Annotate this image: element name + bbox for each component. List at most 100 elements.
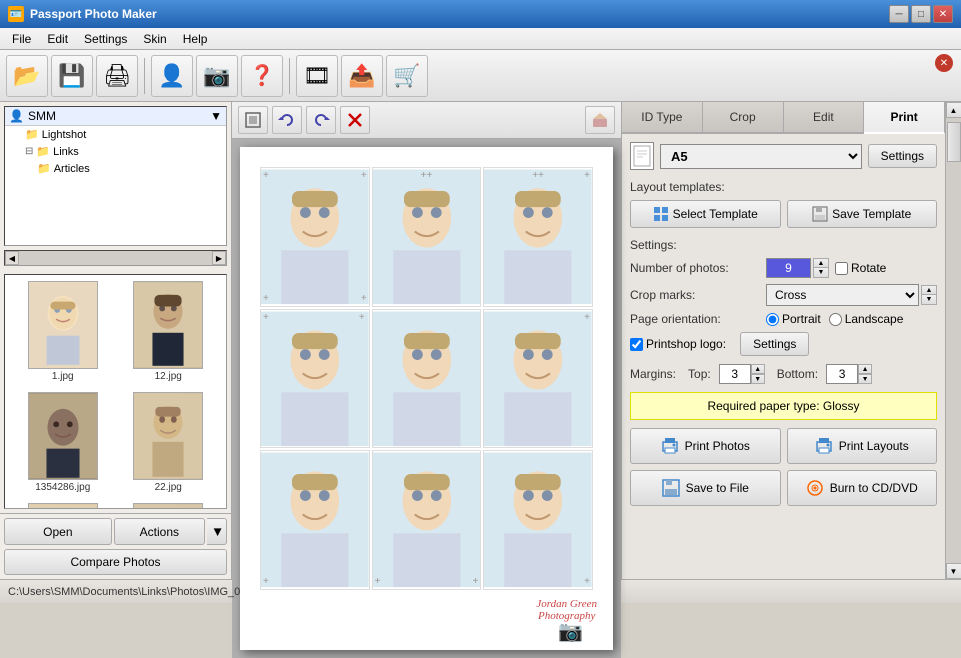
toolbar-close-button[interactable]: ✕ bbox=[935, 54, 953, 72]
scroll-track[interactable] bbox=[946, 118, 961, 563]
close-button[interactable]: ✕ bbox=[933, 5, 953, 23]
scroll-right-btn[interactable]: ▶ bbox=[212, 251, 226, 265]
tab-crop[interactable]: Crop bbox=[703, 102, 784, 132]
folder-icon-3: 📁 bbox=[37, 162, 51, 175]
open-button[interactable]: Open bbox=[4, 518, 112, 545]
paper-size-select[interactable]: A5 bbox=[660, 144, 862, 169]
landscape-label[interactable]: Landscape bbox=[829, 312, 904, 326]
menu-file[interactable]: File bbox=[4, 30, 39, 48]
photo-thumb-4[interactable]: 22.jpg bbox=[119, 390, 219, 495]
thumb-label-1: 1.jpg bbox=[52, 371, 74, 382]
person-button[interactable]: 👤 bbox=[151, 55, 193, 97]
select-template-button[interactable]: Select Template bbox=[630, 200, 781, 228]
bottom-up-btn[interactable]: ▲ bbox=[858, 364, 872, 374]
help-button[interactable]: ❓ bbox=[241, 55, 283, 97]
printshop-logo-label[interactable]: Printshop logo: bbox=[630, 337, 726, 351]
scroll-down-arrow[interactable]: ▼ bbox=[946, 563, 961, 579]
tree-item-links[interactable]: ⊟ 📁 Links bbox=[5, 143, 226, 160]
scroll-up-arrow[interactable]: ▲ bbox=[946, 102, 961, 118]
tree-scrollbar[interactable]: ◀ ▶ bbox=[4, 250, 227, 266]
num-photos-spinner[interactable]: ▲ ▼ bbox=[813, 258, 829, 278]
tree-dropdown-arrow[interactable]: ▼ bbox=[210, 109, 222, 123]
maximize-button[interactable]: □ bbox=[911, 5, 931, 23]
landscape-radio[interactable] bbox=[829, 313, 842, 326]
portrait-label[interactable]: Portrait bbox=[766, 312, 821, 326]
top-margin-input[interactable] bbox=[719, 364, 751, 384]
photo-thumb-3[interactable]: 1354286.jpg bbox=[13, 390, 113, 495]
tab-print[interactable]: Print bbox=[864, 102, 945, 134]
print-photos-button[interactable]: Print Photos bbox=[630, 428, 781, 464]
tab-edit[interactable]: Edit bbox=[784, 102, 865, 132]
crop-marks-select[interactable]: Cross bbox=[766, 284, 919, 306]
tree-item-label-lightshot: Lightshot bbox=[42, 129, 87, 141]
scroll-left-btn[interactable]: ◀ bbox=[5, 251, 19, 265]
printshop-logo-row: Printshop logo: Settings bbox=[630, 332, 937, 356]
delete-button[interactable] bbox=[340, 106, 370, 134]
tree-item-lightshot[interactable]: 📁 Lightshot bbox=[5, 126, 226, 143]
minimize-button[interactable]: ─ bbox=[889, 5, 909, 23]
eraser-button[interactable] bbox=[585, 106, 615, 134]
paper-settings-button[interactable]: Settings bbox=[868, 144, 937, 168]
top-down-btn[interactable]: ▼ bbox=[751, 374, 765, 384]
right-scrollbar[interactable]: ▲ ▼ bbox=[945, 102, 961, 579]
save-to-file-button[interactable]: Save to File bbox=[630, 470, 781, 506]
tab-id-type[interactable]: ID Type bbox=[622, 102, 703, 132]
printshop-logo-checkbox[interactable] bbox=[630, 338, 643, 351]
print-layouts-button[interactable]: Print Layouts bbox=[787, 428, 938, 464]
cart-button[interactable]: 🛒 bbox=[386, 55, 428, 97]
num-up-btn[interactable]: ▲ bbox=[813, 258, 829, 268]
main-area: 👤 SMM ▼ 📁 Lightshot ⊟ 📁 Links 📁 bbox=[0, 102, 961, 579]
rotate-checkbox[interactable] bbox=[835, 262, 848, 275]
crop-down-btn[interactable]: ▼ bbox=[921, 295, 937, 305]
menu-help[interactable]: Help bbox=[175, 30, 216, 48]
bottom-margin-input[interactable] bbox=[826, 364, 858, 384]
upload-button[interactable]: 📤 bbox=[341, 55, 383, 97]
crosshair-tr-1: + bbox=[361, 170, 367, 181]
crosshair-bl-7: + bbox=[263, 576, 269, 587]
photo-thumb-6[interactable]: 3467831.png bbox=[119, 501, 219, 509]
save-template-button[interactable]: Save Template bbox=[787, 200, 938, 228]
film-button[interactable]: 🎞 bbox=[296, 55, 338, 97]
top-up-btn[interactable]: ▲ bbox=[751, 364, 765, 374]
margins-label: Margins: bbox=[630, 367, 676, 381]
photo-thumb-5[interactable]: 3.png bbox=[13, 501, 113, 509]
photo-thumb-2[interactable]: 12.jpg bbox=[119, 279, 219, 384]
crop-up-btn[interactable]: ▲ bbox=[921, 285, 937, 295]
rotate-label[interactable]: Rotate bbox=[835, 261, 886, 275]
zoom-fit-button[interactable] bbox=[238, 106, 268, 134]
menu-settings[interactable]: Settings bbox=[76, 30, 135, 48]
camera-watermark-icon: 📷 bbox=[558, 619, 583, 644]
crosshair-br-9: + bbox=[584, 576, 590, 587]
file-tree[interactable]: 👤 SMM ▼ 📁 Lightshot ⊟ 📁 Links 📁 bbox=[4, 106, 227, 246]
folder-icon-2: 📁 bbox=[36, 145, 50, 158]
rotate-left-button[interactable] bbox=[272, 106, 302, 134]
menu-skin[interactable]: Skin bbox=[135, 30, 174, 48]
rotate-right-button[interactable] bbox=[306, 106, 336, 134]
photo-thumb-1[interactable]: 1.jpg bbox=[13, 279, 113, 384]
save-button[interactable]: 💾 bbox=[51, 55, 93, 97]
crop-marks-spinner[interactable]: ▲ ▼ bbox=[921, 285, 937, 305]
orientation-group: Portrait Landscape bbox=[766, 312, 903, 326]
crosshair-tl-4: + bbox=[263, 312, 269, 323]
watermark-line1: Jordan Green bbox=[536, 598, 597, 610]
printshop-settings-button[interactable]: Settings bbox=[740, 332, 809, 356]
num-photos-input[interactable] bbox=[766, 258, 811, 278]
tree-item-articles[interactable]: 📁 Articles bbox=[5, 160, 226, 177]
actions-dropdown-button[interactable]: ▼ bbox=[207, 518, 227, 545]
bottom-spin-btns[interactable]: ▲ ▼ bbox=[858, 364, 872, 384]
camera-button[interactable]: 📷 bbox=[196, 55, 238, 97]
open-file-button[interactable]: 📂 bbox=[6, 55, 48, 97]
crosshair-tr-4: + bbox=[359, 312, 365, 323]
preview-cell-1: + + + + bbox=[260, 167, 370, 307]
burn-cd-button[interactable]: Burn to CD/DVD bbox=[787, 470, 938, 506]
print-button[interactable]: 🖨 bbox=[96, 55, 138, 97]
num-down-btn[interactable]: ▼ bbox=[813, 268, 829, 278]
top-spin-btns[interactable]: ▲ ▼ bbox=[751, 364, 765, 384]
actions-button[interactable]: Actions bbox=[114, 518, 205, 545]
compare-photos-button[interactable]: Compare Photos bbox=[4, 549, 227, 575]
portrait-radio[interactable] bbox=[766, 313, 779, 326]
crosshair-tc-3: ++ bbox=[532, 170, 544, 181]
bottom-down-btn[interactable]: ▼ bbox=[858, 374, 872, 384]
scroll-thumb[interactable] bbox=[947, 122, 961, 162]
menu-edit[interactable]: Edit bbox=[39, 30, 76, 48]
